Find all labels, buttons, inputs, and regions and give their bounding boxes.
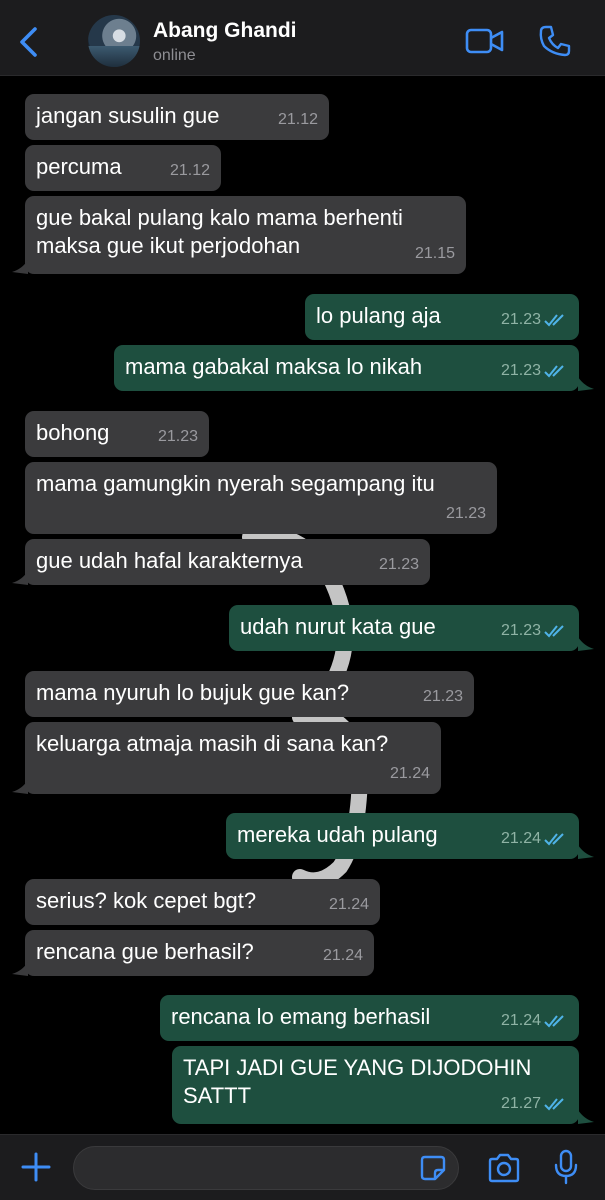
message-bubble-outgoing[interactable]: udah nurut kata gue 21.23 (229, 605, 579, 651)
message-time: 21.23 (500, 311, 541, 328)
message-bubble-incoming[interactable]: rencana gue berhasil? 21.24 (25, 930, 374, 976)
message-time: 21.24 (389, 765, 430, 782)
chevron-left-icon[interactable] (14, 24, 44, 60)
message-bubble-outgoing[interactable]: lo pulang aja 21.23 (305, 294, 579, 340)
read-receipt-icon (544, 365, 564, 378)
message-bubble-outgoing[interactable]: rencana lo emang berhasil 21.24 (160, 995, 579, 1041)
message-text: serius? kok cepet bgt? (36, 888, 257, 913)
sticker-icon[interactable] (420, 1155, 446, 1181)
message-time: 21.12 (277, 111, 318, 128)
message-text: mama gamungkin nyerah segampang itu (36, 471, 435, 496)
message-bubble-incoming[interactable]: gue bakal pulang kalo mama berhenti maks… (25, 196, 466, 274)
message-time: 21.24 (500, 1012, 541, 1029)
read-receipt-icon (544, 1015, 564, 1028)
message-bubble-outgoing[interactable]: mama gabakal maksa lo nikah 21.23 (114, 345, 579, 391)
message-time: 21.24 (500, 830, 541, 847)
message-text: keluarga atmaja masih di sana kan? (36, 731, 389, 756)
bubble-tail (578, 1110, 594, 1124)
read-receipt-icon (544, 1098, 564, 1111)
camera-icon[interactable] (487, 1153, 521, 1183)
chat-header: Abang Ghandi online (0, 0, 605, 76)
bubble-tail (12, 571, 28, 585)
message-bubble-incoming[interactable]: bohong 21.23 (25, 411, 209, 457)
message-time: 21.24 (322, 947, 363, 964)
message-bubble-incoming[interactable]: percuma 21.12 (25, 145, 221, 191)
message-text: rencana gue berhasil? (36, 939, 254, 964)
message-text: jangan susulin gue (36, 103, 220, 128)
message-input[interactable] (73, 1146, 459, 1190)
avatar[interactable] (88, 15, 140, 67)
message-bubble-incoming[interactable]: keluarga atmaja masih di sana kan? 21.24 (25, 722, 441, 794)
plus-icon[interactable] (20, 1151, 52, 1183)
message-bubble-outgoing[interactable]: TAPI JADI GUE YANG DIJODOHIN SATTT 21.27 (172, 1046, 579, 1124)
message-bubble-outgoing[interactable]: mereka udah pulang 21.24 (226, 813, 579, 859)
read-receipt-icon (544, 833, 564, 846)
message-time: 21.23 (500, 362, 541, 379)
read-receipt-icon (544, 314, 564, 327)
message-bubble-incoming[interactable]: gue udah hafal karakternya 21.23 (25, 539, 430, 585)
bubble-tail (578, 637, 594, 651)
message-time: 21.12 (169, 162, 210, 179)
contact-name[interactable]: Abang Ghandi (153, 19, 297, 43)
message-text: gue udah hafal karakternya (36, 548, 303, 573)
message-time: 21.24 (328, 896, 369, 913)
bubble-tail (578, 377, 594, 391)
message-time: 21.23 (422, 688, 463, 705)
bubble-tail (578, 845, 594, 859)
message-text: gue bakal pulang kalo mama berhenti maks… (36, 205, 403, 258)
message-time: 21.23 (378, 556, 419, 573)
read-receipt-icon (544, 625, 564, 638)
message-composer (0, 1134, 605, 1200)
message-bubble-incoming[interactable]: mama nyuruh lo bujuk gue kan? 21.23 (25, 671, 474, 717)
message-time: 21.15 (414, 245, 455, 262)
contact-status: online (153, 47, 196, 64)
message-time: 21.23 (157, 428, 198, 445)
message-time: 21.23 (500, 622, 541, 639)
bubble-tail (12, 780, 28, 794)
bubble-tail (12, 260, 28, 274)
message-bubble-incoming[interactable]: jangan susulin gue 21.12 (25, 94, 329, 140)
message-text: mama nyuruh lo bujuk gue kan? (36, 680, 350, 705)
message-time: 21.27 (500, 1095, 541, 1112)
message-bubble-incoming[interactable]: serius? kok cepet bgt? 21.24 (25, 879, 380, 925)
phone-icon[interactable] (538, 24, 572, 58)
microphone-icon[interactable] (554, 1149, 578, 1185)
message-list[interactable]: jangan susulin gue 21.12 percuma 21.12 g… (0, 77, 605, 1134)
message-time: 21.23 (445, 505, 486, 522)
video-camera-icon[interactable] (465, 26, 505, 56)
bubble-tail (12, 962, 28, 976)
message-bubble-incoming[interactable]: mama gamungkin nyerah segampang itu 21.2… (25, 462, 497, 534)
